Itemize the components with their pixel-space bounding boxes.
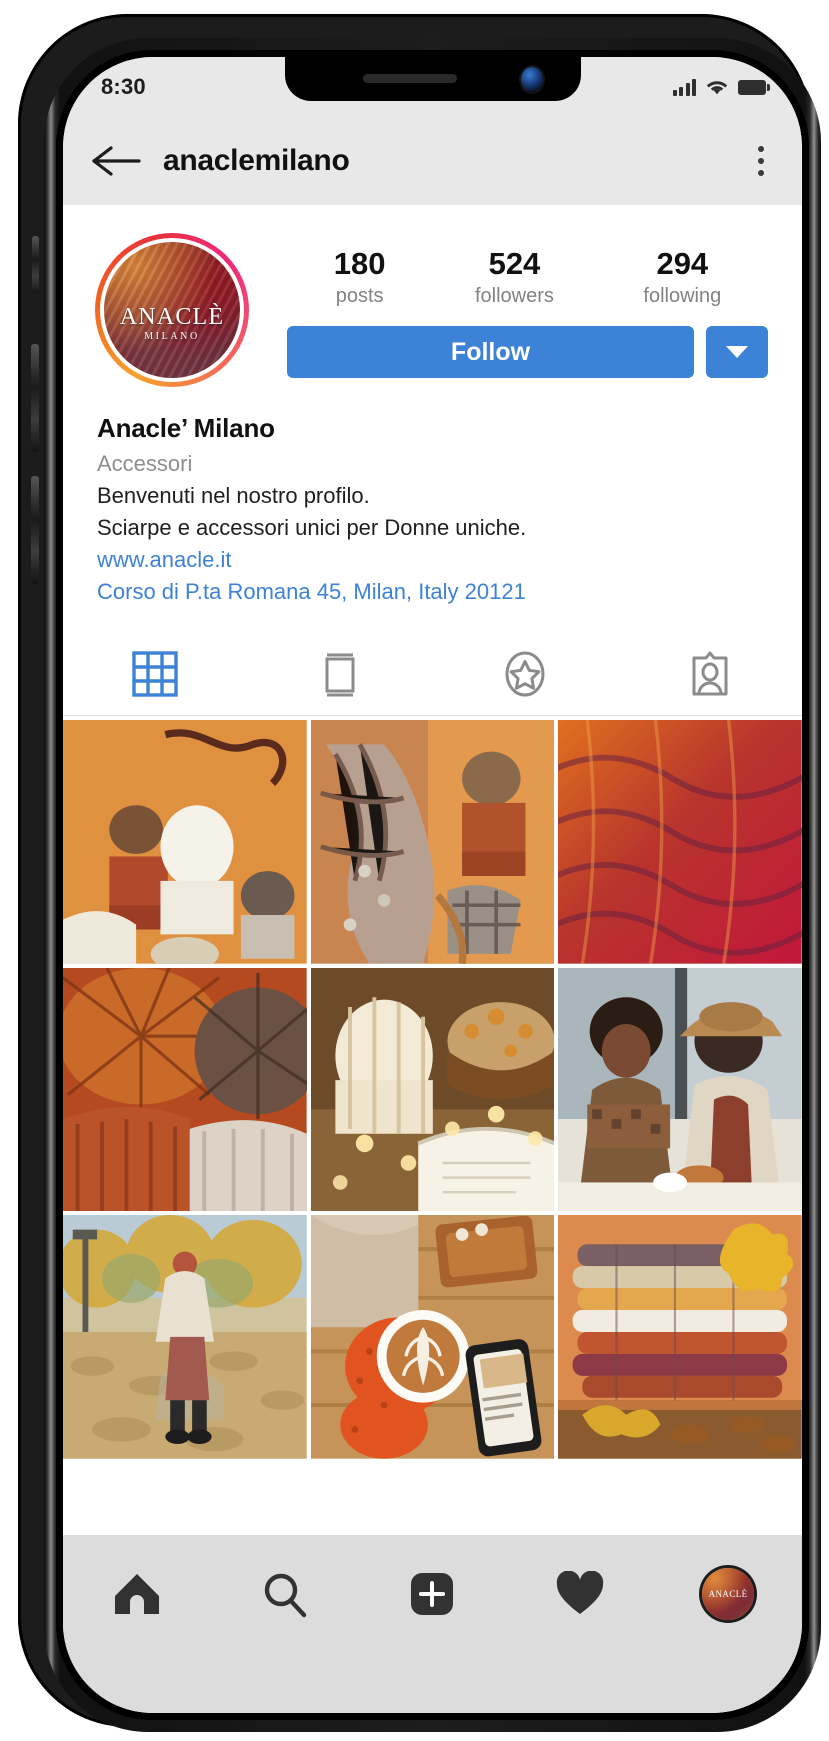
grid-icon [132,651,179,697]
nav-add[interactable] [396,1563,468,1625]
avatar-ring-gap: ANACLÈ MILANO [100,238,244,382]
post-thumbnail [310,967,555,1212]
avatar-logo-main: ANACLÈ [119,303,225,330]
wifi-icon [706,81,728,95]
photo-grid [63,720,802,1460]
stat-following-label: following [643,285,722,308]
profile-body: ANACLÈ MILANO 180 posts 524 followers 29… [63,205,802,1713]
chevron-down-icon[interactable] [706,326,768,379]
action-row: Follow [283,326,772,379]
page-title: anaclemilano [163,144,350,177]
notch [284,57,581,101]
phone-frame: 8:30 anaclemilano ANACLÈ MILANO 180 post… [18,14,821,1732]
nav-profile[interactable]: ANACLÈ [692,1563,764,1625]
follow-button[interactable]: Follow [287,326,694,379]
stats-row: 180 posts 524 followers 294 following [283,233,772,308]
post-thumbnail [310,1215,555,1460]
bio-address-link[interactable]: Corso di P.ta Romana 45, Milan, Italy 20… [97,579,772,605]
nav-home[interactable] [101,1563,173,1625]
earpiece-speaker-icon [362,74,457,83]
bio-line-2: Sciarpe e accessori unici per Donne unic… [97,515,527,540]
profile-top-section: ANACLÈ MILANO 180 posts 524 followers 29… [63,205,802,387]
nav-avatar-logo: ANACLÈ [708,1589,748,1599]
stat-following[interactable]: 294 following [643,246,722,308]
profile-avatar-icon: ANACLÈ [702,1568,755,1620]
grid-tile[interactable] [310,1215,555,1460]
post-thumbnail [63,967,307,1212]
reels-icon [325,653,355,697]
post-thumbnail [63,720,307,964]
stat-followers[interactable]: 524 followers [474,246,554,308]
cellular-signal-icon [672,78,696,96]
avatar-image: ANACLÈ MILANO [104,242,240,378]
status-time: 8:30 [101,74,146,99]
phone-screen: 8:30 anaclemilano ANACLÈ MILANO 180 post… [63,57,802,1713]
post-thumbnail [558,1215,802,1460]
avatar-logo-sub: MILANO [144,330,200,342]
post-thumbnail [310,720,555,964]
bottom-nav-bar: ANACLÈ [63,1535,802,1713]
bio-category: Accessori [97,451,193,476]
grid-tile[interactable] [558,720,802,964]
highlights-tab[interactable] [433,645,618,703]
nav-search[interactable] [249,1563,321,1625]
reels-tab[interactable] [248,645,433,703]
grid-tile[interactable] [63,720,307,964]
front-camera-icon [520,67,543,92]
stat-following-value: 294 [656,246,709,281]
avatar-logo: ANACLÈ MILANO [120,305,225,342]
grid-tab[interactable] [63,645,248,703]
star-circle-icon [505,651,545,697]
grid-tile[interactable] [558,1215,802,1460]
tagged-tab[interactable] [617,645,802,703]
nav-activity[interactable] [544,1563,616,1625]
stat-followers-label: followers [474,285,554,308]
grid-tile[interactable] [63,967,307,1212]
stat-followers-value: 524 [488,246,541,281]
silent-switch-button[interactable] [32,236,39,294]
profile-tab-bar [63,631,802,716]
stat-posts-label: posts [335,285,384,308]
bio-line-1: Benvenuti nel nostro profilo. [97,483,370,508]
bio-section: Anacle’ Milano Accessori Benvenuti nel n… [63,387,802,605]
volume-down-button[interactable] [31,476,39,584]
back-arrow-icon[interactable] [89,141,143,181]
grid-tile[interactable] [310,967,555,1212]
stat-posts[interactable]: 180 posts [333,246,386,308]
battery-icon [738,79,770,95]
post-thumbnail [558,967,802,1212]
home-icon [114,1574,159,1614]
status-icons [672,78,770,96]
post-thumbnail [63,1215,307,1460]
bio-website-link[interactable]: www.anacle.it [97,547,772,573]
grid-tile[interactable] [63,1215,307,1460]
profile-right-column: 180 posts 524 followers 294 following Fo… [249,233,772,387]
search-icon [264,1573,306,1618]
avatar[interactable]: ANACLÈ MILANO [95,233,249,387]
heart-icon [557,1571,604,1614]
post-thumbnail [558,720,802,964]
app-header: anaclemilano [63,117,802,205]
stat-posts-value: 180 [333,246,386,281]
grid-tile[interactable] [310,720,555,964]
overflow-menu-icon[interactable] [752,140,770,182]
bio-display-name: Anacle’ Milano [97,413,275,443]
grid-tile[interactable] [558,967,802,1212]
add-post-icon [411,1573,454,1615]
tagged-person-icon [692,651,728,696]
volume-up-button[interactable] [31,344,39,452]
